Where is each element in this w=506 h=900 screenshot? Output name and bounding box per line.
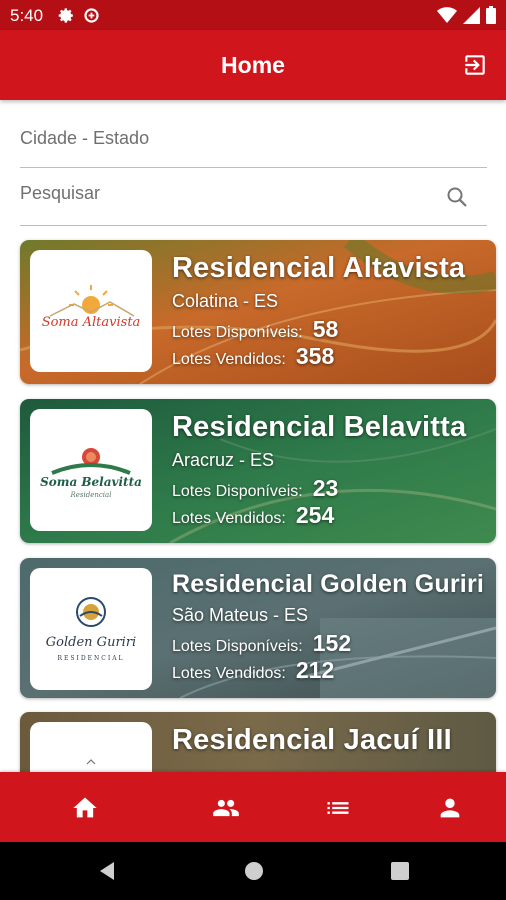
status-time: 5:40 [10,6,44,25]
people-icon[interactable] [210,794,242,822]
logo-text: Soma Altavista [42,315,141,330]
sold-count: 254 [295,502,335,528]
project-name: Residencial Golden Guriri [172,570,485,598]
list-icon[interactable] [324,794,352,822]
project-list[interactable]: Soma Altavista Residencial Altavista Col… [0,232,506,772]
wifi-icon [437,6,457,23]
home-icon[interactable] [71,794,99,822]
person-icon[interactable] [436,794,464,822]
city-state-placeholder: Cidade - Estado [20,128,150,148]
recents-icon[interactable] [390,860,410,882]
project-location: Aracruz - ES [172,450,275,470]
available-count: 23 [312,475,339,501]
available-label: Lotes Disponíveis: [172,638,303,655]
search-icon[interactable] [445,185,469,209]
sold-count: 212 [295,657,335,683]
project-logo: Soma Altavista [30,250,152,372]
available-count: 152 [312,630,352,656]
back-icon[interactable] [96,860,118,882]
project-name: Residencial Belavitta [172,411,467,443]
app-bar: Home [0,30,506,100]
sold-label: Lotes Vendidos: [172,351,286,368]
project-name: Residencial Altavista [172,252,466,284]
project-location: Colatina - ES [172,291,279,311]
available-label: Lotes Disponíveis: [172,324,303,341]
project-name: Residencial Jacuí III [172,724,452,756]
project-logo: Soma Belavitta Residencial [30,409,152,531]
data-saver-icon [84,8,99,23]
system-navigation-bar [0,842,506,900]
project-logo [30,722,152,772]
search-placeholder: Pesquisar [20,183,101,203]
project-card[interactable]: Golden Guriri RESIDENCIAL Residencial Go… [20,558,496,698]
project-card[interactable]: Soma Belavitta Residencial Residencial B… [20,399,496,543]
project-card[interactable]: Residencial Jacuí III [20,712,496,772]
battery-icon [486,6,496,24]
logo-subtext: Residencial [70,491,112,499]
signal-icon [463,6,480,24]
search-field[interactable]: Pesquisar [20,175,487,226]
logout-icon[interactable] [462,52,488,78]
page-title: Home [221,52,285,78]
sold-label: Lotes Vendidos: [172,665,286,682]
logo-text: Golden Guriri [46,635,136,650]
project-location: São Mateus - ES [172,605,309,625]
bottom-navigation [0,772,506,842]
available-label: Lotes Disponíveis: [172,483,303,500]
available-count: 58 [312,316,339,342]
status-bar: 5:40 [0,0,506,30]
settings-icon [58,8,73,23]
logo-text: Soma Belavitta [40,475,142,489]
project-logo: Golden Guriri RESIDENCIAL [30,568,152,690]
sold-label: Lotes Vendidos: [172,510,286,527]
city-state-field[interactable]: Cidade - Estado [20,118,487,168]
home-circle-icon[interactable] [243,860,265,882]
logo-subtext: RESIDENCIAL [57,655,124,662]
project-card[interactable]: Soma Altavista Residencial Altavista Col… [20,240,496,384]
sold-count: 358 [295,343,335,369]
